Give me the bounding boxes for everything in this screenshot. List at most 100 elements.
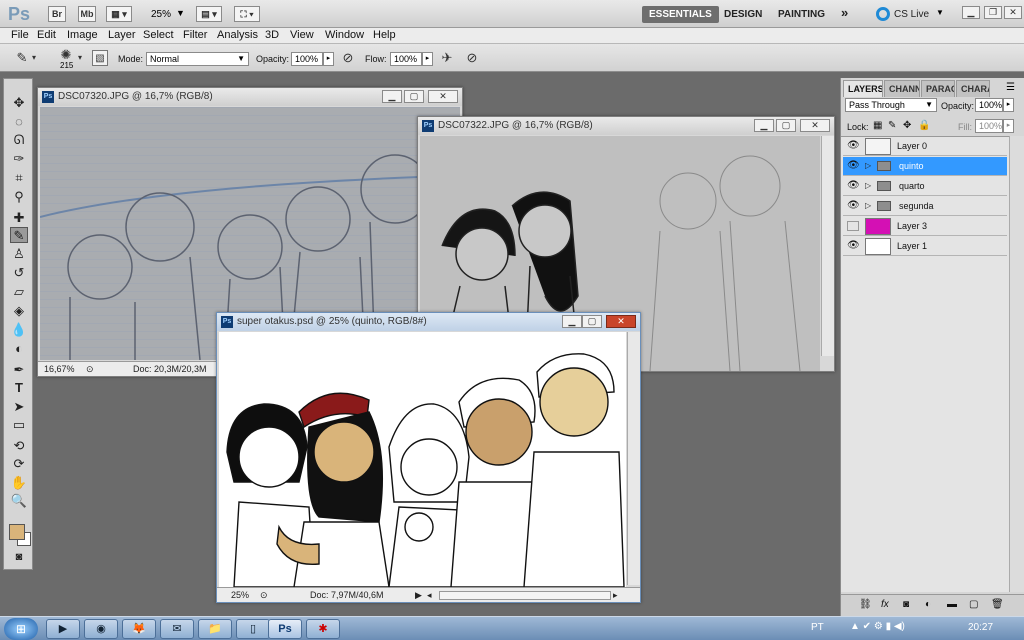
menu-file[interactable]: File: [11, 29, 29, 41]
minimize-app-button[interactable]: ▁: [962, 6, 980, 19]
zoom-tool-icon[interactable]: 🔍: [10, 493, 28, 509]
flow-field[interactable]: 100%: [390, 52, 422, 66]
maximize-button[interactable]: ▢: [776, 119, 796, 132]
lasso-tool-icon[interactable]: ᘏ: [10, 132, 28, 148]
panel-opacity-field[interactable]: 100%: [975, 98, 1003, 112]
tool-preset-dropdown-icon[interactable]: ▾: [30, 50, 38, 66]
eraser-tool-icon[interactable]: ▱: [10, 284, 28, 300]
type-tool-icon[interactable]: T: [10, 380, 28, 396]
pressure-size-icon[interactable]: ⊘: [464, 50, 480, 66]
visibility-eye-icon[interactable]: 👁: [847, 241, 860, 251]
marquee-tool-icon[interactable]: ◌: [10, 114, 28, 130]
taskbar-app-icon[interactable]: ✉: [160, 619, 194, 639]
close-button[interactable]: ✕: [428, 90, 458, 103]
taskbar-chrome-icon[interactable]: ◉: [84, 619, 118, 639]
workspace-design[interactable]: DESIGN: [717, 6, 769, 23]
lock-pixels-icon[interactable]: ✎: [888, 120, 896, 131]
panel-opacity-slider-button[interactable]: ▸: [1003, 98, 1014, 112]
flow-slider-button[interactable]: ▸: [422, 52, 433, 66]
status-menu-arrow-icon[interactable]: ▶: [415, 590, 422, 601]
minimize-button[interactable]: ▁: [382, 90, 402, 103]
start-button-icon[interactable]: ⊞: [4, 618, 38, 640]
layer-row-layer-1[interactable]: 👁 Layer 1: [843, 237, 1007, 256]
menu-select[interactable]: Select: [143, 29, 174, 41]
minimize-button[interactable]: ▁: [562, 315, 582, 328]
bridge-button[interactable]: Br: [48, 6, 66, 22]
view-extras-button[interactable]: ▦ ▾: [106, 6, 132, 22]
layer-row-quinto[interactable]: 👁 ▷ quinto: [843, 157, 1007, 176]
window-titlebar[interactable]: Ps DSC07320.JPG @ 16,7% (RGB/8) ▁ ▢ ✕: [38, 88, 462, 106]
close-button[interactable]: ✕: [606, 315, 636, 328]
3d-rotate-tool-icon[interactable]: ⟲: [10, 438, 28, 454]
visibility-eye-icon[interactable]: 👁: [847, 181, 860, 191]
mini-bridge-button[interactable]: Mb: [78, 6, 96, 22]
foreground-color-swatch[interactable]: [9, 524, 25, 540]
layer-row-quarto[interactable]: 👁 ▷ quarto: [843, 177, 1007, 196]
menu-layer[interactable]: Layer: [108, 29, 136, 41]
language-indicator[interactable]: PT: [811, 622, 824, 633]
status-info-icon[interactable]: ⊙: [260, 590, 268, 601]
blend-mode-select[interactable]: Pass Through ▼: [845, 98, 937, 112]
clone-stamp-tool-icon[interactable]: ♙: [10, 246, 28, 262]
document-window-super-otakus[interactable]: Ps super otakus.psd @ 25% (quinto, RGB/8…: [216, 312, 641, 603]
zoom-readout[interactable]: 25%: [231, 590, 249, 600]
scroll-left-icon[interactable]: ◂: [427, 590, 432, 601]
lock-position-icon[interactable]: ✥: [903, 120, 911, 131]
hand-tool-icon[interactable]: ✋: [10, 475, 28, 491]
menu-edit[interactable]: Edit: [37, 29, 56, 41]
horizontal-scrollbar[interactable]: [439, 591, 611, 600]
workspace-painting[interactable]: PAINTING: [771, 6, 832, 23]
link-layers-icon[interactable]: ⛓: [859, 599, 872, 610]
taskbar-photoshop-icon[interactable]: Ps: [268, 619, 302, 639]
layer-row-segunda[interactable]: 👁 ▷ segunda: [843, 197, 1007, 216]
layers-scrollbar[interactable]: [1009, 136, 1024, 592]
close-app-button[interactable]: ✕: [1004, 6, 1022, 19]
vertical-scrollbar[interactable]: [821, 136, 834, 356]
status-info-icon[interactable]: ⊙: [86, 364, 94, 375]
taskbar-explorer-icon[interactable]: 📁: [198, 619, 232, 639]
shape-tool-icon[interactable]: ▭: [10, 417, 28, 433]
workspace-essentials[interactable]: ESSENTIALS: [642, 6, 719, 23]
quick-selection-tool-icon[interactable]: ✑: [10, 151, 28, 167]
3d-orbit-tool-icon[interactable]: ⟳: [10, 456, 28, 472]
menu-help[interactable]: Help: [373, 29, 396, 41]
taskbar-paint-icon[interactable]: ✱: [306, 619, 340, 639]
cslive-dropdown-icon[interactable]: ▼: [936, 8, 944, 17]
screen-mode-button[interactable]: ⛶ ▾: [234, 6, 260, 22]
visibility-off-box[interactable]: .: [847, 221, 859, 231]
menu-analysis[interactable]: Analysis: [217, 29, 258, 41]
taskbar-document-icon[interactable]: ▯: [236, 619, 270, 639]
path-selection-tool-icon[interactable]: ➤: [10, 399, 28, 415]
panel-menu-icon[interactable]: ☰: [1006, 82, 1015, 93]
cslive-button[interactable]: CS Live: [894, 9, 929, 20]
new-group-icon[interactable]: ▬: [947, 599, 957, 610]
tab-channels[interactable]: CHANN: [884, 80, 920, 97]
scroll-right-icon[interactable]: ▸: [613, 590, 618, 601]
opacity-field[interactable]: 100%: [291, 52, 323, 66]
maximize-button[interactable]: ▢: [404, 90, 424, 103]
zoom-dropdown-icon[interactable]: ▼: [176, 8, 185, 18]
zoom-readout[interactable]: 16,67%: [44, 364, 75, 374]
fill-slider-button[interactable]: ▸: [1003, 119, 1014, 133]
adjustment-layer-icon[interactable]: ◐: [925, 599, 931, 610]
tab-layers[interactable]: LAYERS: [843, 80, 883, 97]
vertical-scrollbar[interactable]: [627, 332, 640, 585]
brush-dropdown-icon[interactable]: ▾: [76, 50, 84, 66]
restore-app-button[interactable]: ❐: [984, 6, 1002, 19]
dodge-tool-icon[interactable]: ◐: [10, 341, 28, 357]
layer-row-layer-3[interactable]: . Layer 3: [843, 217, 1007, 236]
close-button[interactable]: ✕: [800, 119, 830, 132]
quick-mask-icon[interactable]: ◙: [10, 549, 28, 565]
lock-all-icon[interactable]: 🔒: [918, 120, 930, 131]
visibility-eye-icon[interactable]: 👁: [847, 201, 860, 211]
tab-character[interactable]: CHARA(: [956, 80, 990, 97]
taskbar-media-player-icon[interactable]: ▶: [46, 619, 80, 639]
expand-arrow-icon[interactable]: ▷: [865, 181, 871, 190]
canvas-super-otakus[interactable]: [219, 332, 626, 587]
opacity-slider-button[interactable]: ▸: [323, 52, 334, 66]
history-brush-tool-icon[interactable]: ↺: [10, 265, 28, 281]
crop-tool-icon[interactable]: ⌗: [10, 170, 28, 186]
blur-tool-icon[interactable]: 💧: [10, 322, 28, 338]
taskbar-firefox-icon[interactable]: 🦊: [122, 619, 156, 639]
fill-field[interactable]: 100%: [975, 119, 1003, 133]
